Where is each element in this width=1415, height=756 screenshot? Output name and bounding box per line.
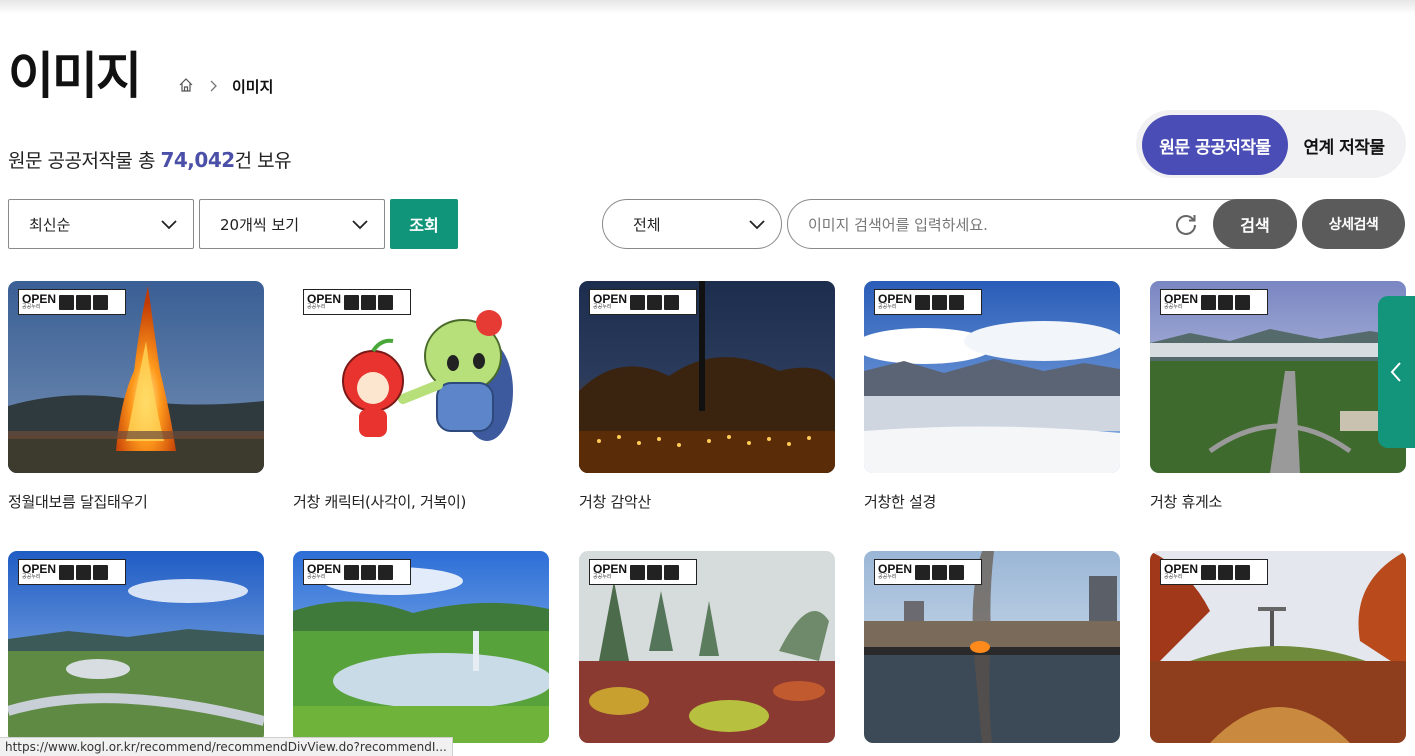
ogl-badge: OPEN 공공누리 [303, 559, 411, 585]
detail-search-button[interactable]: 상세검색 [1302, 199, 1405, 249]
breadcrumb: 이미지 [178, 76, 273, 97]
original-works-tab[interactable]: 원문 공공저작물 [1142, 115, 1288, 175]
thumbnail-image[interactable]: OPEN 공공누리 [293, 551, 549, 743]
card-title[interactable]: 정월대보름 달집태우기 [8, 491, 264, 512]
gallery-card[interactable]: OPEN 공공누리 거창 캐릭터(사각이, 거복이) [293, 281, 549, 512]
linked-works-tab[interactable]: 연계 저작물 [1288, 115, 1400, 175]
card-title[interactable]: 거창한 설경 [864, 491, 1120, 512]
ogl-badge: OPEN 공공누리 [589, 559, 697, 585]
page-title: 이미지 [8, 47, 142, 105]
search-button[interactable]: 검색 [1213, 199, 1297, 249]
ogl-badge: OPEN 공공누리 [303, 289, 411, 315]
chevron-down-icon [352, 220, 368, 230]
breadcrumb-current[interactable]: 이미지 [232, 76, 273, 97]
chevron-down-icon [749, 220, 765, 230]
ogl-badge: OPEN 공공누리 [874, 559, 982, 585]
gallery-card[interactable]: OPEN 공공누리 [293, 551, 549, 756]
gallery-card[interactable]: OPEN 공공누리 [579, 551, 835, 756]
ogl-badge: OPEN 공공누리 [1160, 559, 1268, 585]
thumbnail-image[interactable]: OPEN 공공누리 [579, 281, 835, 473]
summary-suffix: 건 보유 [234, 150, 292, 172]
ogl-badge: OPEN 공공누리 [1160, 289, 1268, 315]
per-page-select[interactable]: 20개씩 보기 [199, 199, 385, 249]
thumbnail-image[interactable]: OPEN 공공누리 [579, 551, 835, 743]
thumbnail-image[interactable]: OPEN 공공누리 [864, 281, 1120, 473]
chevron-down-icon [161, 220, 177, 230]
thumbnail-image[interactable]: OPEN 공공누리 [1150, 281, 1406, 473]
thumbnail-image[interactable]: OPEN 공공누리 [8, 281, 264, 473]
gallery-card[interactable]: OPEN 공공누리 [864, 551, 1120, 756]
card-title[interactable]: 거창 캐릭터(사각이, 거복이) [293, 491, 549, 512]
ogl-badge: OPEN 공공누리 [18, 289, 126, 315]
gallery-card[interactable]: OPEN 공공누리 거창 감악산 [579, 281, 835, 512]
search-scope-value: 전체 [633, 215, 661, 234]
summary-count: 74,042 [160, 148, 235, 172]
sort-select[interactable]: 최신순 [8, 199, 194, 249]
search-input[interactable] [808, 213, 1168, 237]
ogl-badge: OPEN 공공누리 [18, 559, 126, 585]
ogl-badge: OPEN 공공누리 [589, 289, 697, 315]
home-icon[interactable] [178, 77, 194, 97]
card-title[interactable]: 거창 감악산 [579, 491, 835, 512]
refresh-icon[interactable] [1172, 211, 1200, 239]
summary-prefix: 원문 공공저작물 총 [8, 150, 161, 172]
thumbnail-image[interactable]: OPEN 공공누리 [864, 551, 1120, 743]
chevron-left-icon [1390, 362, 1401, 382]
thumbnail-image[interactable]: OPEN 공공누리 [1150, 551, 1406, 743]
gallery-card[interactable]: OPEN 공공누리 정월대보름 달집태우기 [8, 281, 264, 512]
search-scope-select[interactable]: 전체 [602, 199, 782, 249]
gallery-card[interactable]: OPEN 공공누리 [1150, 551, 1406, 756]
per-page-select-value: 20개씩 보기 [220, 215, 300, 234]
gallery-card[interactable]: OPEN 공공누리 [8, 551, 264, 756]
top-shadow [0, 0, 1415, 14]
ogl-badge: OPEN 공공누리 [874, 289, 982, 315]
thumbnail-image[interactable]: OPEN 공공누리 [293, 281, 549, 473]
status-bar-url: https://www.kogl.or.kr/recommend/recomme… [0, 737, 453, 756]
gallery-card[interactable]: OPEN 공공누리 거창한 설경 [864, 281, 1120, 512]
card-title[interactable]: 거창 휴게소 [1150, 491, 1406, 512]
thumbnail-image[interactable]: OPEN 공공누리 [8, 551, 264, 743]
source-toggle: 원문 공공저작물 연계 저작물 [1136, 110, 1406, 178]
view-button[interactable]: 조회 [390, 199, 458, 249]
side-panel-toggle[interactable] [1378, 296, 1415, 448]
gallery-card[interactable]: OPEN 공공누리 거창 휴게소 [1150, 281, 1406, 512]
sort-select-value: 최신순 [29, 215, 71, 234]
chevron-right-icon [208, 77, 218, 96]
holding-summary: 원문 공공저작물 총 74,042건 보유 [8, 146, 292, 173]
